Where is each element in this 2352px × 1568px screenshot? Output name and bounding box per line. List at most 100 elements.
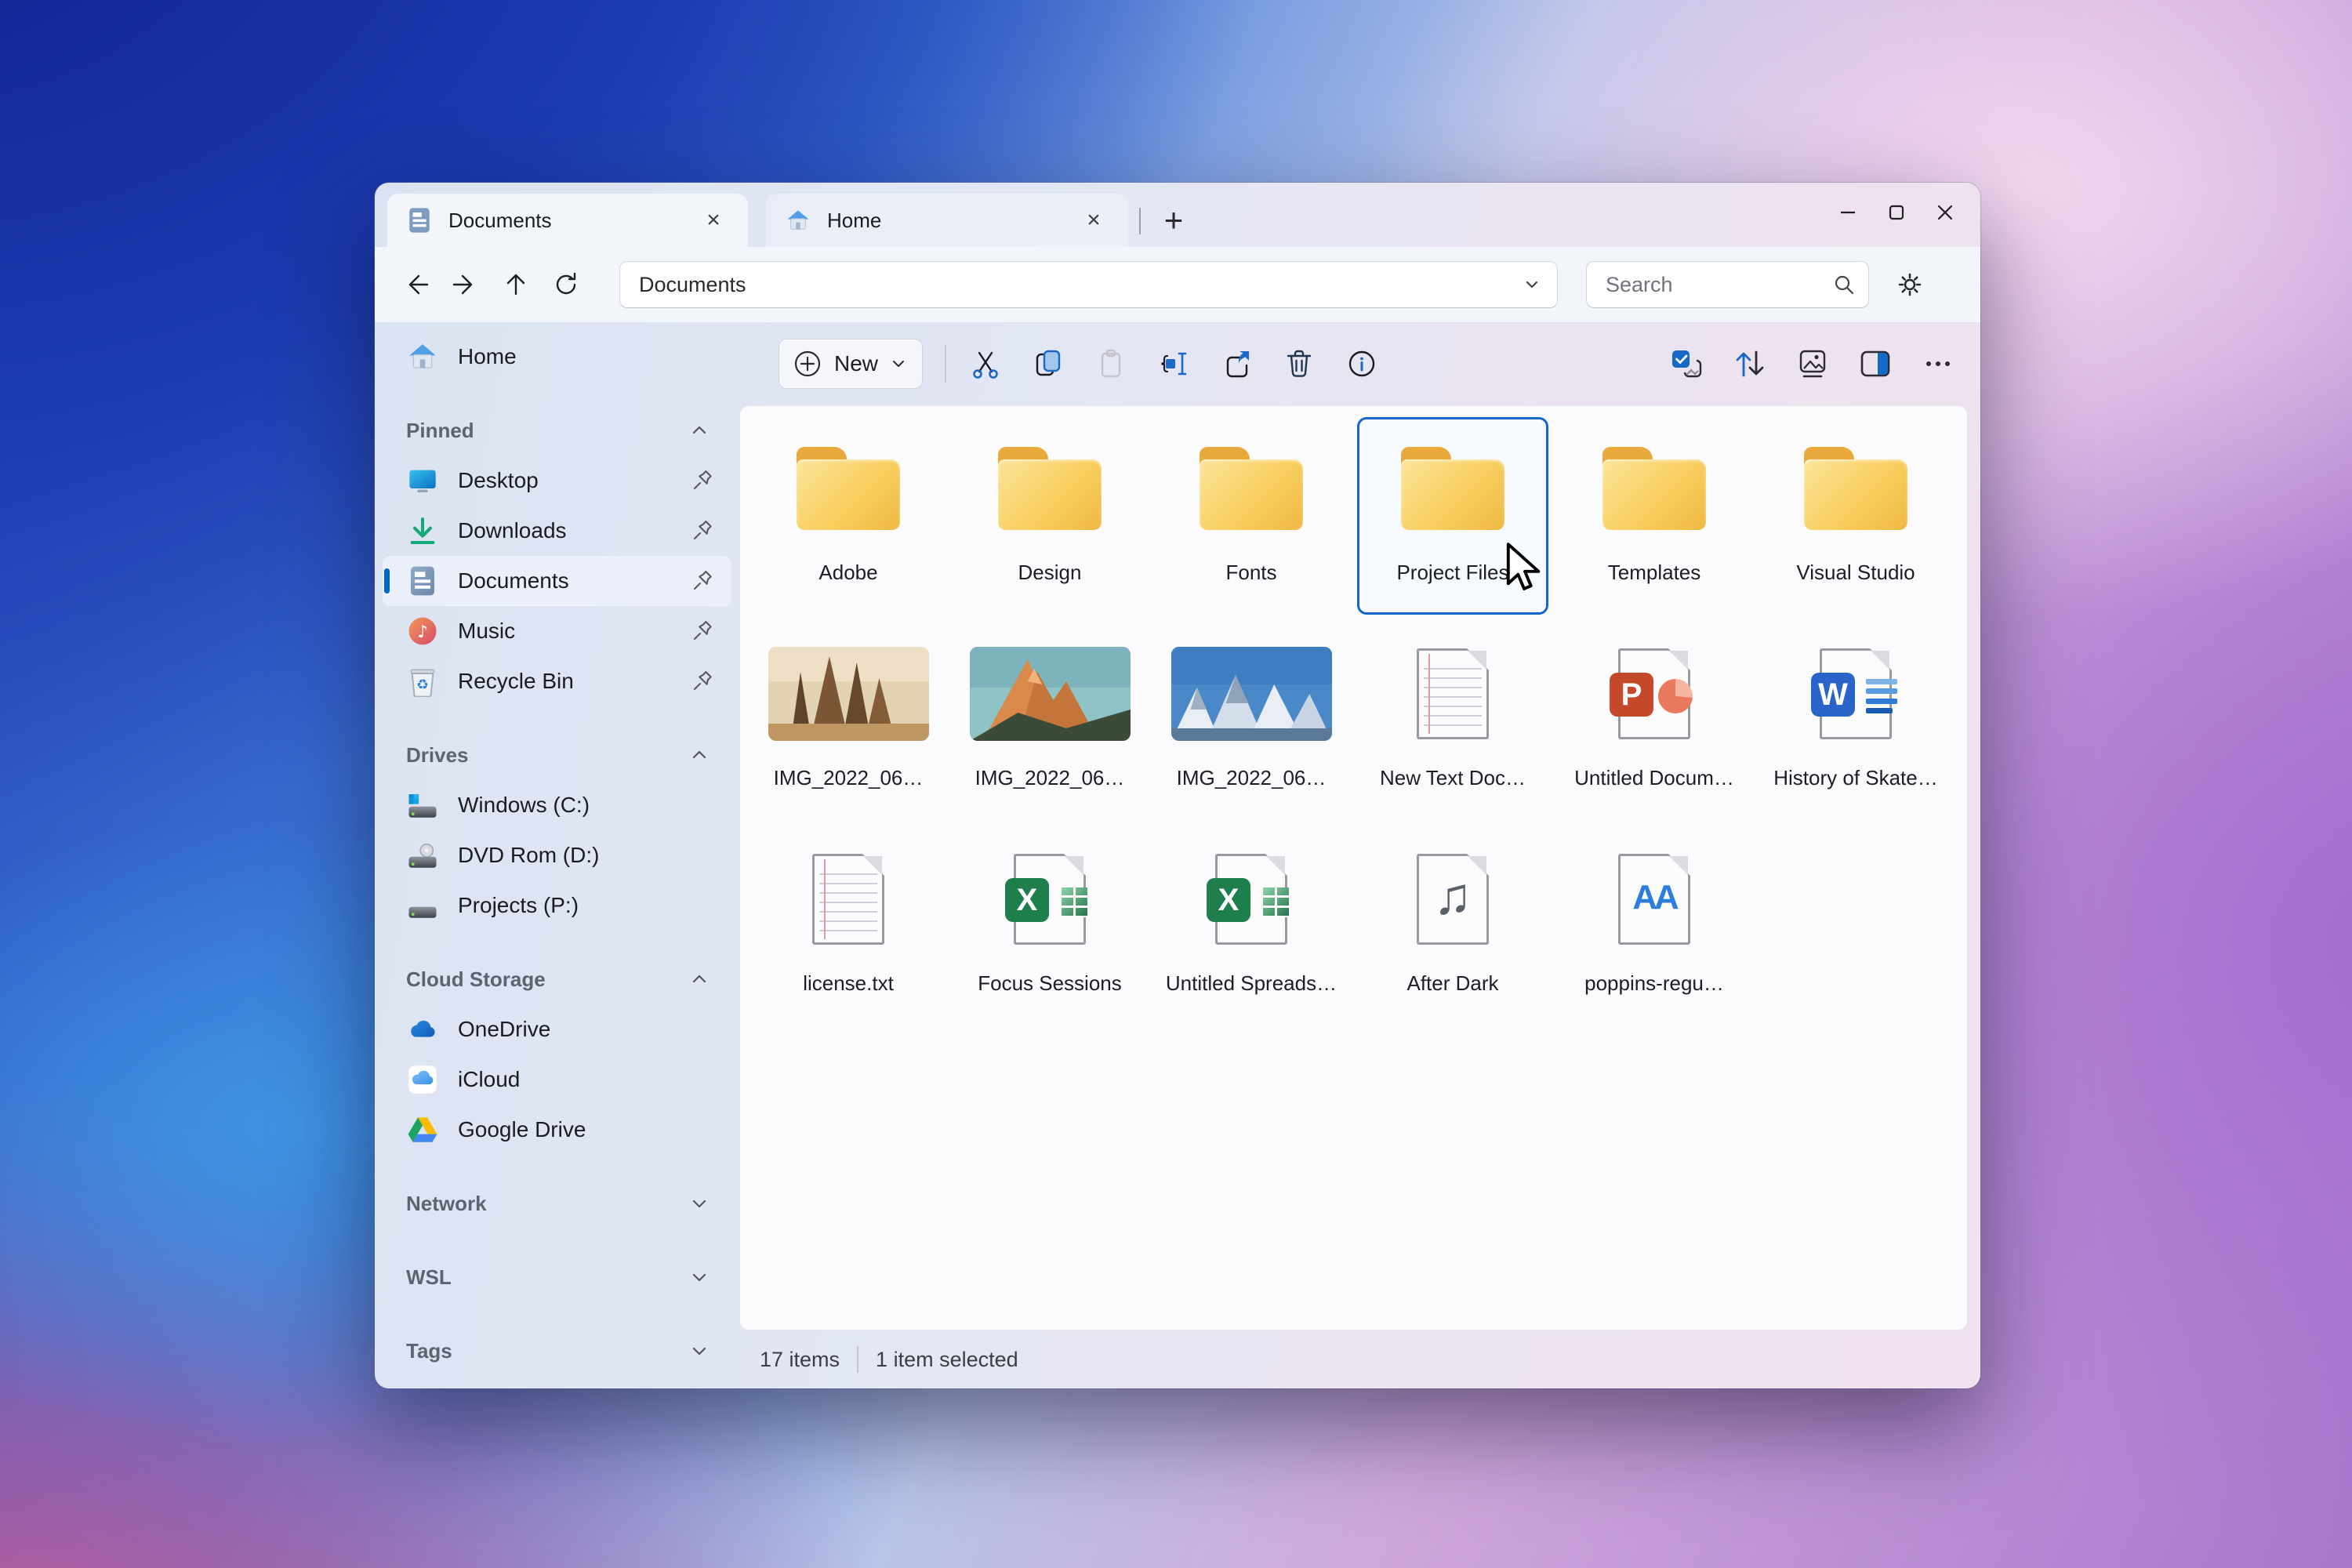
sidebar-item-label: Google Drive [458, 1117, 586, 1142]
file-label: IMG_2022_06… [773, 766, 924, 789]
chevron-down-icon[interactable] [688, 1265, 711, 1289]
up-button[interactable] [491, 260, 541, 310]
titlebar[interactable]: Documents × Home × + [375, 183, 1980, 247]
chevron-up-icon[interactable] [688, 419, 711, 442]
sidebar-item-google-drive[interactable]: Google Drive [383, 1105, 731, 1155]
sidebar-item-windows-c[interactable]: Windows (C:) [383, 780, 731, 830]
toolbar: New [739, 322, 1980, 405]
sidebar-item-desktop[interactable]: Desktop [383, 456, 731, 506]
onedrive-icon [406, 1013, 439, 1046]
address-bar[interactable]: Documents [619, 261, 1558, 308]
back-button[interactable] [390, 260, 441, 310]
file-item-image[interactable]: IMG_2022_06… [954, 622, 1145, 820]
sidebar-item-downloads[interactable]: Downloads [383, 506, 731, 556]
drive-icon [406, 889, 439, 922]
paste-icon [1094, 347, 1128, 381]
file-item-audio[interactable]: ♫ After Dark [1357, 828, 1548, 1025]
sidebar-item-documents[interactable]: Documents [383, 556, 731, 606]
document-icon [406, 207, 433, 234]
sort-button[interactable] [1726, 340, 1773, 387]
chevron-up-icon[interactable] [688, 967, 711, 991]
tab-documents[interactable]: Documents × [387, 194, 748, 247]
sidebar-item-label: Home [458, 344, 517, 368]
sidebar-item-home[interactable]: Home [383, 332, 731, 382]
new-button[interactable]: New [779, 339, 924, 389]
chevron-down-icon[interactable] [688, 1339, 711, 1363]
file-item-folder[interactable]: Adobe [753, 417, 944, 615]
sidebar-item-dvd-d[interactable]: DVD Rom (D:) [383, 830, 731, 880]
new-button-label: New [834, 351, 879, 376]
file-label: IMG_2022_06… [1176, 766, 1327, 789]
tab-home[interactable]: Home × [766, 194, 1128, 247]
pin-icon[interactable] [689, 517, 716, 544]
file-item-excel[interactable]: X Untitled Spreads… [1156, 828, 1347, 1025]
refresh-button[interactable] [541, 260, 591, 310]
cut-button[interactable] [962, 340, 1009, 387]
preview-pane-button[interactable] [1852, 340, 1899, 387]
downloads-icon [406, 514, 439, 547]
select-all-button[interactable] [1664, 340, 1711, 387]
file-label: Untitled Spreads… [1165, 971, 1338, 995]
file-item-folder[interactable]: Templates [1559, 417, 1750, 615]
sidebar-item-label: Music [458, 619, 516, 643]
sidebar-item-recycle-bin[interactable]: ♻ Recycle Bin [383, 656, 731, 706]
pin-icon[interactable] [689, 568, 716, 594]
file-label: Focus Sessions [978, 971, 1122, 995]
sidebar-section-network[interactable]: Network [375, 1178, 739, 1229]
chevron-up-icon[interactable] [688, 743, 711, 767]
rename-button[interactable] [1150, 340, 1197, 387]
sidebar-section-tags[interactable]: Tags [375, 1326, 739, 1376]
copy-button[interactable] [1025, 340, 1072, 387]
file-item-powerpoint[interactable]: P Untitled Docum… [1559, 622, 1750, 820]
maximize-button[interactable] [1872, 191, 1921, 234]
new-tab-button[interactable]: + [1152, 198, 1196, 242]
audio-file-icon: ♫ [1417, 854, 1489, 945]
close-tab-icon[interactable]: × [696, 203, 731, 238]
pin-icon[interactable] [689, 668, 716, 695]
rename-icon [1156, 347, 1191, 381]
sidebar-section-drives[interactable]: Drives [375, 730, 739, 780]
info-button[interactable] [1338, 340, 1385, 387]
sidebar-item-tag-home[interactable]: Home [383, 1376, 731, 1388]
delete-button[interactable] [1276, 340, 1323, 387]
file-item-word[interactable]: W History of Skate… [1760, 622, 1951, 820]
sidebar-section-cloud-storage[interactable]: Cloud Storage [375, 954, 739, 1004]
chevron-down-icon[interactable] [1521, 274, 1543, 296]
paste-button[interactable] [1087, 340, 1134, 387]
sidebar-item-icloud[interactable]: iCloud [383, 1054, 731, 1105]
search-input[interactable] [1606, 272, 1832, 297]
file-item-image[interactable]: IMG_2022_06… [753, 622, 944, 820]
word-file-icon: W [1811, 648, 1897, 739]
forward-button[interactable] [441, 260, 491, 310]
sidebar-section-wsl[interactable]: WSL [375, 1252, 739, 1302]
sidebar-item-projects-p[interactable]: Projects (P:) [383, 880, 731, 931]
file-explorer-window: Documents × Home × + Documents Search Ho… [375, 183, 1980, 1388]
close-button[interactable] [1921, 191, 1969, 234]
file-item-font[interactable]: AA poppins-regu… [1559, 828, 1750, 1025]
sidebar-item-music[interactable]: ♪ Music [383, 606, 731, 656]
sidebar-section-pinned[interactable]: Pinned [375, 405, 739, 456]
settings-button[interactable] [1886, 261, 1933, 308]
file-item-folder[interactable]: Visual Studio [1760, 417, 1951, 615]
close-tab-icon[interactable]: × [1076, 203, 1111, 238]
more-button[interactable] [1915, 340, 1962, 387]
folder-icon [797, 447, 900, 530]
share-button[interactable] [1213, 340, 1260, 387]
sidebar-item-label: Recycle Bin [458, 669, 574, 693]
minimize-button[interactable] [1824, 191, 1872, 234]
sidebar-item-label: Documents [458, 568, 569, 593]
sidebar-item-onedrive[interactable]: OneDrive [383, 1004, 731, 1054]
file-item-folder[interactable]: Design [954, 417, 1145, 615]
file-item-text-document[interactable]: license.txt [753, 828, 944, 1025]
view-options-button[interactable] [1789, 340, 1836, 387]
search-box[interactable] [1586, 261, 1869, 308]
delete-icon [1282, 347, 1316, 381]
file-item-image[interactable]: IMG_2022_06… [1156, 622, 1347, 820]
pin-icon[interactable] [689, 618, 716, 644]
file-label: Templates [1607, 561, 1701, 584]
pin-icon[interactable] [689, 467, 716, 494]
file-item-excel[interactable]: X Focus Sessions [954, 828, 1145, 1025]
chevron-down-icon[interactable] [688, 1192, 711, 1215]
file-item-text-document[interactable]: New Text Doc… [1357, 622, 1548, 820]
file-item-folder[interactable]: Fonts [1156, 417, 1347, 615]
